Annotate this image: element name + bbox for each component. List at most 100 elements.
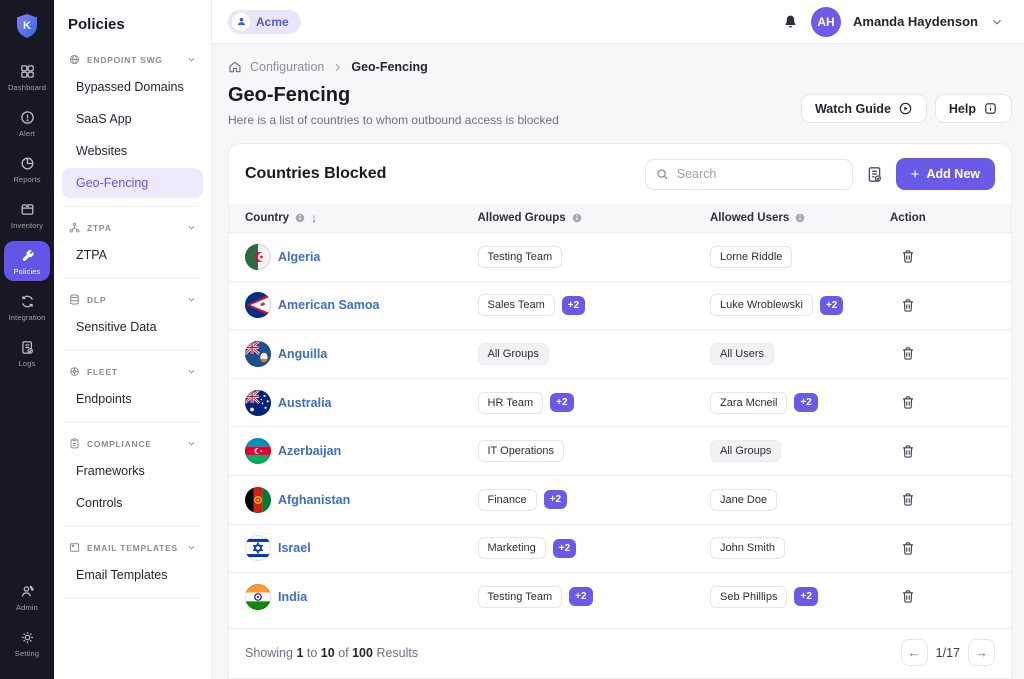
rail-item-logs[interactable]: Logs	[4, 333, 50, 373]
sidebar-item-saas-app[interactable]: SaaS App	[62, 104, 203, 134]
sidebar-item-sensitive-data[interactable]: Sensitive Data	[62, 312, 203, 342]
allowed-group-chip[interactable]: Testing Team	[478, 586, 563, 608]
countries-blocked-card: Countries Blocked + Add New	[228, 143, 1012, 679]
allowed-user-chip[interactable]: Lorne Riddle	[710, 246, 792, 268]
breadcrumb-configuration[interactable]: Configuration	[250, 60, 324, 74]
delete-row-button[interactable]	[898, 392, 918, 413]
allowed-user-chip[interactable]: Zara Mcneil	[710, 392, 787, 414]
add-new-label: Add New	[927, 167, 980, 181]
rail-item-setting[interactable]: Setting	[4, 623, 50, 663]
allowed-user-chip[interactable]: John Smith	[710, 537, 785, 559]
user-more-badge[interactable]: +2	[794, 393, 817, 412]
search-icon	[655, 167, 670, 182]
info-icon[interactable]	[571, 212, 583, 224]
rail-label: Reports	[13, 175, 40, 184]
group-more-badge[interactable]: +2	[562, 296, 585, 315]
dashboard-icon	[19, 63, 36, 80]
column-allowed-groups: Allowed Groups	[478, 212, 566, 224]
section-endpoint-swg[interactable]: ENDPOINT SWG	[62, 49, 203, 70]
divider	[64, 278, 201, 279]
app-logo[interactable]: K	[15, 13, 39, 39]
home-icon[interactable]	[228, 60, 242, 74]
info-icon[interactable]	[794, 212, 806, 224]
country-link[interactable]: India	[278, 590, 307, 604]
allowed-group-chip[interactable]: IT Operations	[478, 440, 564, 462]
watch-guide-button[interactable]: Watch Guide	[801, 94, 927, 123]
rail-item-policies[interactable]: Policies	[4, 241, 50, 281]
group-more-badge[interactable]: +2	[550, 393, 573, 412]
sidebar-item-endpoints[interactable]: Endpoints	[62, 384, 203, 414]
section-compliance[interactable]: COMPLIANCE	[62, 433, 203, 454]
delete-row-button[interactable]	[898, 441, 918, 462]
allowed-user-chip[interactable]: Seb Phillips	[710, 586, 787, 608]
inventory-icon	[19, 201, 36, 218]
delete-row-button[interactable]	[898, 586, 918, 607]
rail-label: Logs	[19, 359, 36, 368]
group-more-badge[interactable]: +2	[569, 587, 592, 606]
sidebar-item-ztpa[interactable]: ZTPA	[62, 240, 203, 270]
rail-item-admin[interactable]: Admin	[4, 577, 50, 617]
sidebar-item-frameworks[interactable]: Frameworks	[62, 456, 203, 486]
rail-item-reports[interactable]: Reports	[4, 149, 50, 189]
allowed-group-chip[interactable]: Finance	[478, 489, 537, 511]
delete-row-button[interactable]	[898, 489, 918, 510]
next-page-button[interactable]: →	[968, 639, 995, 666]
sort-desc-icon[interactable]: ↓	[311, 211, 317, 225]
rail-item-alert[interactable]: Alert	[4, 103, 50, 143]
org-switcher[interactable]: Acme	[228, 10, 301, 34]
allowed-user-chip[interactable]: Jane Doe	[710, 489, 777, 511]
group-more-badge[interactable]: +2	[553, 539, 576, 558]
country-link[interactable]: Algeria	[278, 250, 320, 264]
allowed-group-chip[interactable]: Marketing	[478, 537, 546, 559]
delete-row-button[interactable]	[898, 246, 918, 267]
country-link[interactable]: American Samoa	[278, 298, 379, 312]
section-fleet[interactable]: FLEET	[62, 361, 203, 382]
user-menu-chevron-icon[interactable]	[990, 15, 1004, 29]
search-input[interactable]	[645, 159, 853, 190]
trash-icon	[900, 491, 916, 508]
rail-item-integration[interactable]: Integration	[4, 287, 50, 327]
delete-row-button[interactable]	[898, 343, 918, 364]
country-link[interactable]: Azerbaijan	[278, 444, 341, 458]
divider	[64, 422, 201, 423]
next-arrow-icon: →	[975, 645, 988, 660]
add-new-button[interactable]: + Add New	[896, 158, 995, 190]
rail-item-inventory[interactable]: Inventory	[4, 195, 50, 235]
results-summary: Showing 1 to 10 of 100 Results	[245, 646, 418, 660]
sidebar-item-controls[interactable]: Controls	[62, 488, 203, 518]
user-name[interactable]: Amanda Haydenson	[853, 14, 978, 29]
delete-row-button[interactable]	[898, 538, 918, 559]
allowed-user-chip[interactable]: Luke Wroblewski	[710, 294, 813, 316]
sidebar-item-bypassed-domains[interactable]: Bypassed Domains	[62, 72, 203, 102]
delete-row-button[interactable]	[898, 295, 918, 316]
allowed-group-chip[interactable]: Sales Team	[478, 294, 555, 316]
group-more-badge[interactable]: +2	[544, 490, 567, 509]
info-icon[interactable]	[294, 212, 306, 224]
user-more-badge[interactable]: +2	[820, 296, 843, 315]
help-button[interactable]: Help	[935, 94, 1012, 123]
section-email-templates[interactable]: EMAIL TEMPLATES	[62, 537, 203, 558]
sidebar-item-email-templates[interactable]: Email Templates	[62, 560, 203, 590]
country-link[interactable]: Israel	[278, 541, 311, 555]
sidebar-item-geo-fencing[interactable]: Geo-Fencing	[62, 168, 203, 198]
sidebar-item-websites[interactable]: Websites	[62, 136, 203, 166]
allowed-group-chip[interactable]: All Groups	[478, 343, 549, 365]
section-ztpa[interactable]: ZTPA	[62, 217, 203, 238]
country-link[interactable]: Afghanistan	[278, 493, 350, 507]
page-header: Geo-Fencing Here is a list of countries …	[228, 84, 1012, 127]
user-avatar[interactable]: AH	[811, 7, 841, 37]
country-link[interactable]: Australia	[278, 396, 332, 410]
allowed-user-chip[interactable]: All Users	[710, 343, 774, 365]
user-more-badge[interactable]: +2	[794, 587, 817, 606]
notifications-bell-icon[interactable]	[782, 13, 799, 31]
allowed-group-chip[interactable]: Testing Team	[478, 246, 563, 268]
policies-icon	[19, 247, 36, 264]
audit-log-button[interactable]	[865, 165, 884, 184]
prev-page-button[interactable]: ←	[901, 639, 928, 666]
country-link[interactable]: Anguilla	[278, 347, 327, 361]
network-icon	[68, 221, 81, 234]
allowed-user-chip[interactable]: All Groups	[710, 440, 781, 462]
allowed-group-chip[interactable]: HR Team	[478, 392, 544, 414]
rail-item-dashboard[interactable]: Dashboard	[4, 57, 50, 97]
section-dlp[interactable]: DLP	[62, 289, 203, 310]
